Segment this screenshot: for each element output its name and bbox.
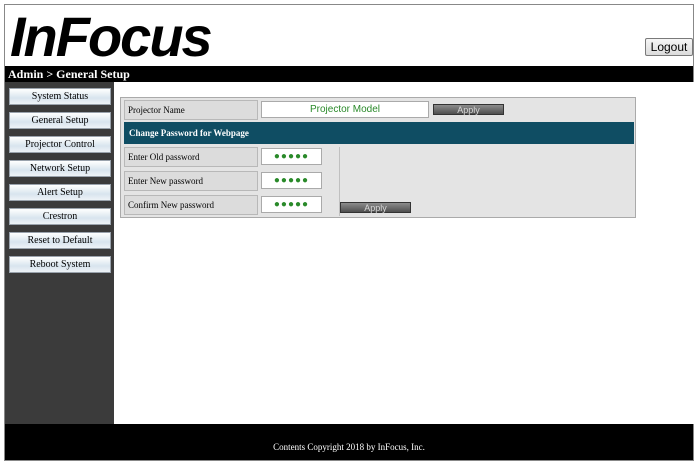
main-content: Projector Name Projector Model Apply Cha… bbox=[114, 82, 694, 424]
infocus-logo: InFocus bbox=[10, 6, 214, 64]
sidebar-item-projector-control[interactable]: Projector Control bbox=[9, 136, 111, 153]
breadcrumb: Admin > General Setup bbox=[5, 66, 693, 82]
password-apply-button[interactable]: Apply bbox=[340, 202, 411, 213]
sidebar-item-crestron[interactable]: Crestron bbox=[9, 208, 111, 225]
projector-name-apply-button[interactable]: Apply bbox=[433, 104, 504, 115]
new-password-label: Enter New password bbox=[124, 171, 258, 191]
projector-name-input[interactable]: Projector Model bbox=[261, 101, 429, 118]
footer-copyright: Contents Copyright 2018 by InFocus, Inc. bbox=[5, 424, 693, 460]
projector-name-label: Projector Name bbox=[124, 100, 258, 120]
sidebar-item-alert-setup[interactable]: Alert Setup bbox=[9, 184, 111, 201]
sidebar-item-network-setup[interactable]: Network Setup bbox=[9, 160, 111, 177]
sidebar-item-system-status[interactable]: System Status bbox=[9, 88, 111, 105]
settings-table: Projector Name Projector Model Apply Cha… bbox=[120, 97, 636, 218]
sidebar-item-reboot-system[interactable]: Reboot System bbox=[9, 256, 111, 273]
confirm-password-label: Confirm New password bbox=[124, 195, 258, 215]
sidebar: System Status General Setup Projector Co… bbox=[5, 82, 114, 424]
logout-button[interactable]: Logout bbox=[645, 38, 693, 56]
old-password-field[interactable]: ●●●●● bbox=[261, 148, 322, 165]
svg-text:InFocus: InFocus bbox=[10, 6, 212, 64]
sidebar-item-general-setup[interactable]: General Setup bbox=[9, 112, 111, 129]
old-password-label: Enter Old password bbox=[124, 147, 258, 167]
new-password-field[interactable]: ●●●●● bbox=[261, 172, 322, 189]
sidebar-item-reset-to-default[interactable]: Reset to Default bbox=[9, 232, 111, 249]
change-password-section-title: Change Password for Webpage bbox=[124, 122, 634, 144]
confirm-password-field[interactable]: ●●●●● bbox=[261, 196, 322, 213]
